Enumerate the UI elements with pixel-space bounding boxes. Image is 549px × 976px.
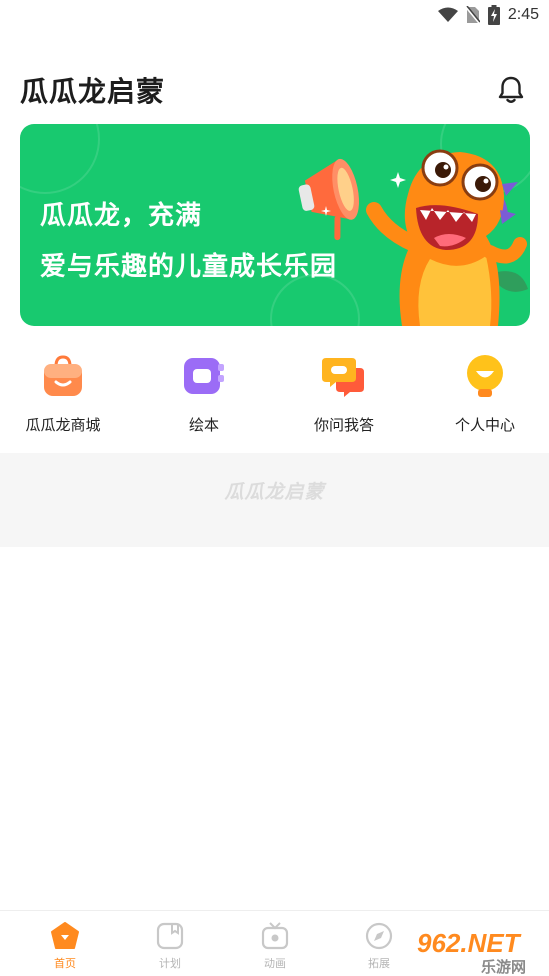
watermark-subtext: 乐游网 bbox=[481, 958, 526, 976]
shortcut-profile[interactable]: 个人中心 bbox=[415, 352, 549, 435]
lightbulb-icon bbox=[463, 354, 507, 398]
shortcut-picture-book[interactable]: 绘本 bbox=[134, 352, 274, 435]
tab-label: 拓展 bbox=[368, 957, 390, 970]
shortcut-label: 个人中心 bbox=[454, 416, 515, 434]
tab-label: 计划 bbox=[159, 957, 181, 970]
picture-book-icon bbox=[182, 354, 226, 398]
placeholder-logo-text: 瓜瓜龙启蒙 bbox=[224, 481, 325, 503]
tv-icon bbox=[260, 921, 290, 951]
tab-home[interactable]: 首页 bbox=[35, 921, 95, 971]
status-icons: 2:45 bbox=[437, 5, 539, 25]
shortcut-qa[interactable]: 你问我答 bbox=[274, 352, 414, 435]
tab-plan[interactable]: 计划 bbox=[140, 921, 200, 971]
bell-icon bbox=[498, 76, 524, 103]
shortcut-label: 瓜瓜龙商城 bbox=[25, 416, 101, 434]
no-sim-icon bbox=[465, 6, 480, 24]
tab-label: 动画 bbox=[264, 957, 286, 970]
shortcut-grid: 瓜瓜龙商城 绘本 你问我答 个人中心 bbox=[0, 352, 549, 442]
promo-banner[interactable]: 瓜瓜龙，充满 爱与乐趣的儿童成长乐园 bbox=[20, 124, 530, 326]
watermark-logo: 962.NET 乐游网 bbox=[409, 922, 549, 976]
plan-icon bbox=[155, 921, 185, 951]
chat-bubble-icon bbox=[322, 354, 366, 398]
banner-headline: 瓜瓜龙，充满 bbox=[40, 201, 203, 231]
shortcut-mall[interactable]: 瓜瓜龙商城 bbox=[0, 352, 133, 435]
watermark-text: 962.NET bbox=[417, 928, 522, 958]
notification-button[interactable] bbox=[497, 75, 525, 105]
shortcut-label: 你问我答 bbox=[313, 416, 374, 434]
status-time: 2:45 bbox=[507, 6, 539, 23]
compass-icon bbox=[364, 921, 394, 951]
tab-label: 首页 bbox=[54, 957, 76, 970]
page-title: 瓜瓜龙启蒙 bbox=[20, 75, 166, 108]
status-bar: 2:45 bbox=[0, 0, 549, 32]
wifi-icon bbox=[437, 7, 458, 22]
shopping-bag-icon bbox=[41, 354, 85, 398]
dinosaur-megaphone-illustration bbox=[298, 149, 528, 326]
content-placeholder: 瓜瓜龙启蒙 bbox=[0, 453, 549, 547]
shortcut-label: 绘本 bbox=[188, 416, 219, 434]
battery-charging-icon bbox=[487, 5, 500, 25]
tab-explore[interactable]: 拓展 bbox=[349, 921, 409, 971]
tab-animation[interactable]: 动画 bbox=[245, 921, 305, 971]
home-icon bbox=[50, 921, 80, 951]
banner-decoration bbox=[20, 124, 100, 194]
